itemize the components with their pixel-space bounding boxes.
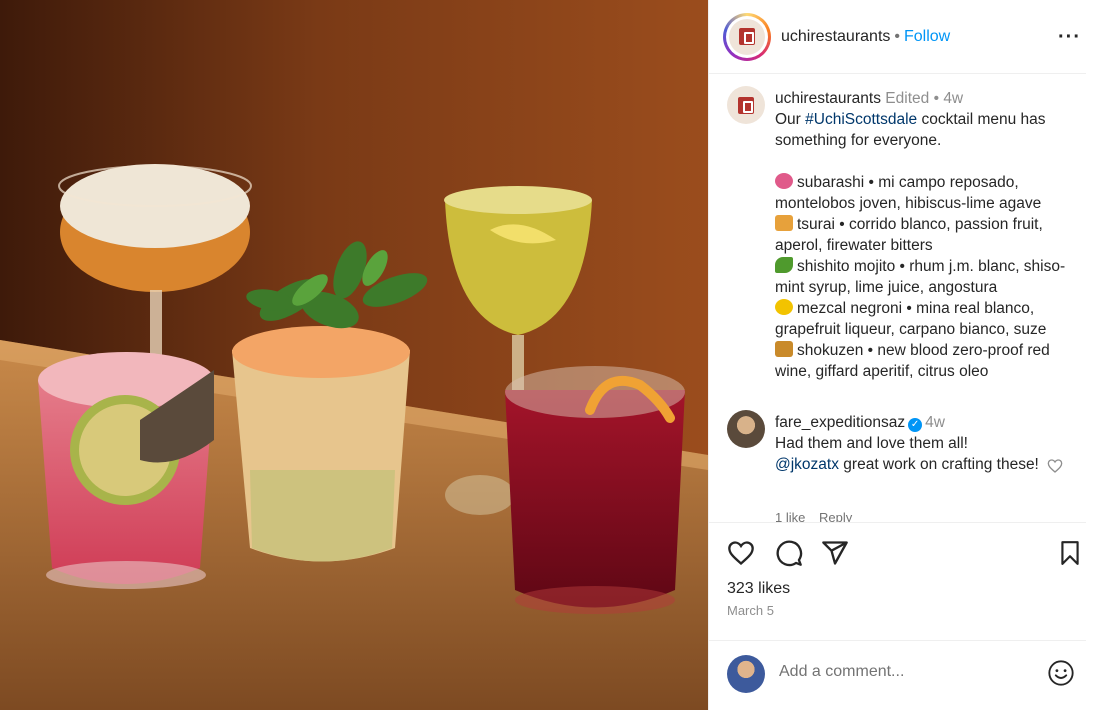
menu-item: subarashi • mi campo reposado, montelobo…	[775, 172, 1075, 214]
caption-avatar[interactable]	[727, 86, 765, 124]
pink-rocks-cocktail	[38, 352, 214, 589]
menu-item: tsurai • corrido blanco, passion fruit, …	[775, 214, 1075, 256]
caption-time[interactable]: 4w	[943, 90, 963, 107]
comment-line2: great work on crafting these!	[838, 456, 1039, 473]
comment-line1: Had them and love them all!	[775, 435, 968, 452]
uchi-logo-icon	[738, 96, 754, 114]
cocktails-image	[0, 0, 708, 710]
menu-item-text: shokuzen • new blood zero-proof red wine…	[775, 342, 1050, 380]
bookmark-icon[interactable]	[1057, 539, 1083, 572]
caption-edited: Edited	[885, 90, 930, 107]
hibiscus-icon	[775, 173, 793, 189]
tropical-drink-icon	[775, 215, 793, 231]
menu-item: mezcal negroni • mina real blanco, grape…	[775, 298, 1075, 340]
verified-badge-icon: ✓	[908, 418, 923, 432]
follow-button[interactable]: Follow	[904, 28, 950, 46]
header-separator: •	[894, 27, 900, 45]
herb-icon	[775, 257, 793, 273]
header-username[interactable]: uchirestaurants	[781, 28, 890, 46]
post-side-panel: uchirestaurants • Follow ··· uchirestaur…	[708, 0, 1087, 710]
mezcal-negroni-cocktail	[505, 366, 685, 614]
profile-avatar[interactable]	[723, 12, 771, 61]
comment-text: fare_expeditionsaz ✓ 4w Had them and love …	[775, 412, 1045, 475]
lemon-icon	[775, 299, 793, 315]
menu-item-text: shishito mojito • rhum j.m. blanc, shiso…	[775, 258, 1066, 296]
post-date: March 5	[727, 603, 774, 618]
glass-icon	[775, 341, 793, 357]
caption-text: uchirestaurants Edited • 4w Our #UchiSco…	[775, 88, 1075, 382]
menu-item-text: subarashi • mi campo reposado, montelobo…	[775, 174, 1042, 212]
comment-icon[interactable]	[775, 539, 803, 572]
mention-link[interactable]: @jkozatx	[775, 456, 839, 473]
caption-intro-before: Our	[775, 111, 806, 128]
commenter-avatar[interactable]	[727, 410, 765, 448]
post-header: uchirestaurants • Follow ···	[709, 0, 1087, 74]
uchi-logo-icon	[739, 28, 755, 45]
comment-like-heart-icon[interactable]	[1047, 458, 1063, 479]
comment-time[interactable]: 4w	[925, 414, 945, 431]
more-options-icon[interactable]: ···	[1058, 26, 1081, 49]
menu-item: shishito mojito • rhum j.m. blanc, shiso…	[775, 256, 1075, 298]
menu-item-text: mezcal negroni • mina real blanco, grape…	[775, 300, 1047, 338]
hashtag-link[interactable]: #UchiScottsdale	[805, 111, 917, 128]
menu-item-text: tsurai • corrido blanco, passion fruit, …	[775, 216, 1043, 254]
current-user-avatar	[727, 655, 765, 693]
post-photo[interactable]	[0, 0, 708, 710]
post-action-bar	[709, 522, 1087, 582]
window-edge	[1086, 0, 1100, 714]
comment-input[interactable]	[779, 663, 1029, 681]
commenter-username[interactable]: fare_expeditionsaz	[775, 414, 905, 431]
menu-item: shokuzen • new blood zero-proof red wine…	[775, 340, 1075, 382]
caption-username[interactable]: uchirestaurants	[775, 90, 881, 107]
heart-icon[interactable]	[727, 539, 755, 572]
send-icon[interactable]	[821, 539, 849, 572]
add-comment-bar	[709, 640, 1087, 706]
likes-count[interactable]: 323 likes	[727, 580, 790, 598]
emoji-picker-icon[interactable]	[1047, 659, 1075, 692]
